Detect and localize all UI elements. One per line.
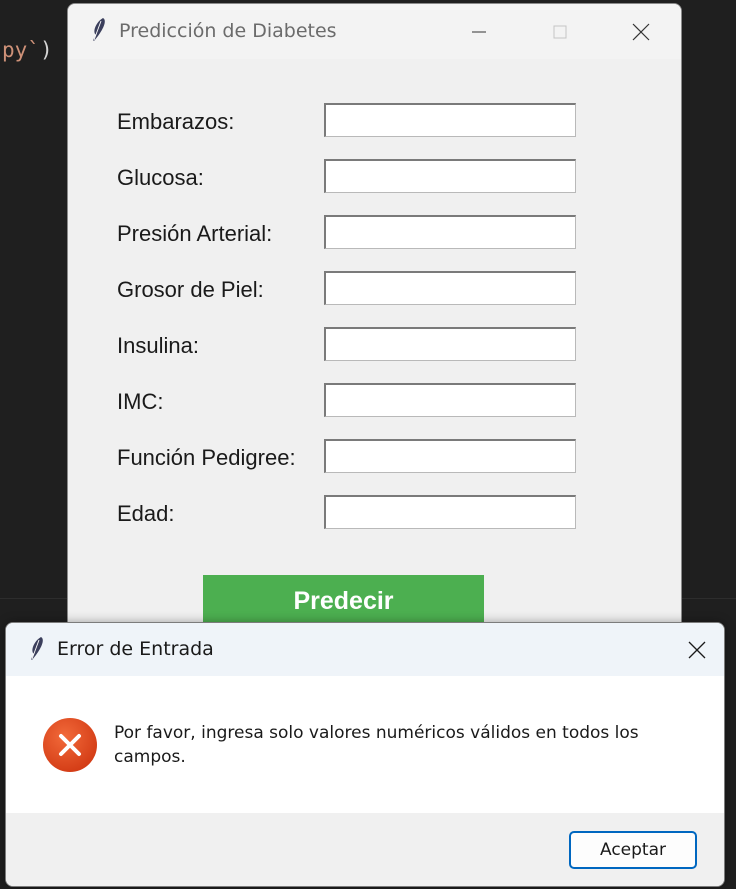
minimize-button[interactable] bbox=[456, 4, 502, 59]
maximize-icon bbox=[553, 25, 567, 38]
label-presion-arterial: Presión Arterial: bbox=[117, 221, 273, 246]
label-imc: IMC: bbox=[117, 389, 164, 414]
imc-input[interactable] bbox=[324, 383, 576, 417]
label-grosor-de-piel: Grosor de Piel: bbox=[117, 277, 264, 302]
close-button[interactable] bbox=[618, 4, 664, 59]
minimize-icon bbox=[472, 31, 486, 32]
accept-button[interactable]: Aceptar bbox=[569, 831, 697, 869]
label-funcion-pedigree: Función Pedigree: bbox=[117, 445, 296, 470]
window-title: Predicción de Diabetes bbox=[119, 20, 337, 42]
dialog-footer: Aceptar bbox=[6, 813, 724, 886]
dialog-close-button[interactable] bbox=[672, 623, 722, 676]
glucosa-input[interactable] bbox=[324, 159, 576, 193]
label-insulina: Insulina: bbox=[117, 333, 199, 358]
embarazos-input[interactable] bbox=[324, 103, 576, 137]
error-icon bbox=[43, 718, 97, 772]
presion-arterial-input[interactable] bbox=[324, 215, 576, 249]
maximize-button[interactable] bbox=[537, 4, 583, 59]
grosor-de-piel-input[interactable] bbox=[324, 271, 576, 305]
funcion-pedigree-input[interactable] bbox=[324, 439, 576, 473]
close-icon bbox=[632, 23, 650, 40]
edad-input[interactable] bbox=[324, 495, 576, 529]
close-icon bbox=[688, 641, 706, 658]
feather-icon bbox=[93, 18, 105, 41]
feather-icon bbox=[31, 637, 43, 660]
dialog-titlebar[interactable]: Error de Entrada bbox=[6, 623, 724, 676]
window-titlebar[interactable]: Predicción de Diabetes bbox=[68, 4, 681, 59]
insulina-input[interactable] bbox=[324, 327, 576, 361]
code-fragment: py`) bbox=[2, 38, 53, 62]
error-message: Por favor, ingresa solo valores numérico… bbox=[114, 723, 639, 767]
prediction-window: Predicción de Diabetes Embarazos: Glucos… bbox=[67, 3, 682, 643]
label-embarazos: Embarazos: bbox=[117, 109, 235, 134]
error-dialog: Error de Entrada Por favor, ingresa solo… bbox=[5, 622, 725, 887]
dialog-title: Error de Entrada bbox=[57, 638, 214, 660]
label-edad: Edad: bbox=[117, 501, 175, 526]
label-glucosa: Glucosa: bbox=[117, 165, 204, 190]
